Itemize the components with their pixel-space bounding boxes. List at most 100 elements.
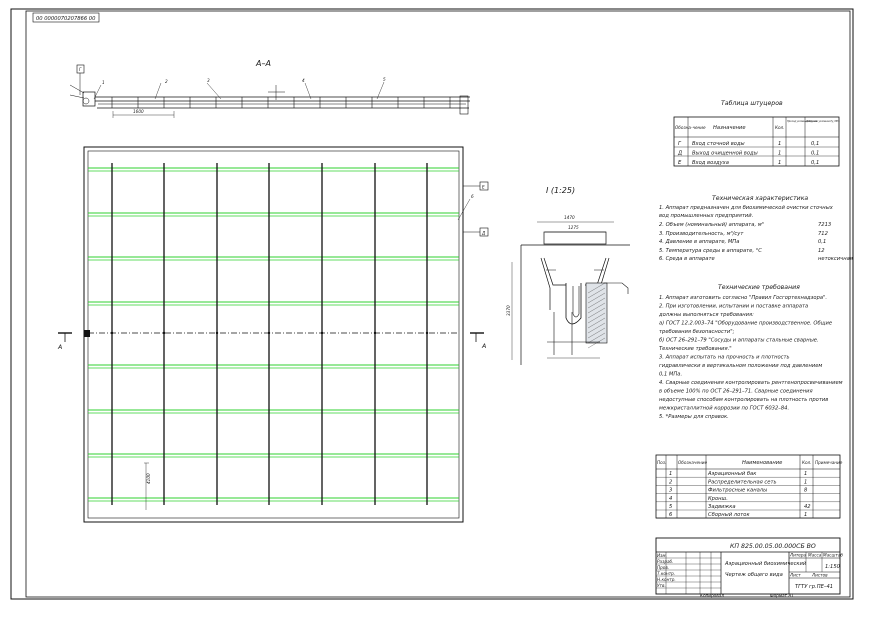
callout-2: 2	[165, 79, 168, 84]
title-block: КП 825.00.05.00.000СБ ВО Аэрационный био…	[655, 537, 843, 595]
flag-e: Е	[482, 185, 485, 190]
fittings-cell: 1	[778, 141, 781, 147]
detail-dim-outer: 1470	[564, 215, 575, 220]
requirement-line: Технические требования."	[659, 346, 732, 352]
cut-mark-right: А	[481, 343, 486, 350]
sign-row-label: Изм.	[657, 553, 667, 558]
flag-g-top: Г	[79, 67, 82, 72]
requirement-line: б) ОСТ 26–291–79 "Сосуды и аппараты стал…	[659, 338, 819, 344]
requirement-line: в объеме 100% по ОСТ 26–291–71. Сварные …	[659, 389, 813, 395]
parts-name: Фильтросные каналы	[708, 488, 767, 494]
characteristics-line: вод промышленных предприятий.	[659, 213, 753, 219]
sign-row-label: Пров.	[657, 565, 669, 570]
cut-mark-left: А	[57, 344, 62, 351]
fittings-h-2: Кол.	[775, 125, 785, 130]
parts-h-1: Обозначение	[678, 460, 707, 465]
requirement-line: 5. *Размеры для справок.	[659, 414, 729, 420]
characteristics-value: нетоксичная	[818, 256, 853, 262]
fittings-cell: Г	[678, 141, 682, 147]
sign-row-label: Н.контр.	[657, 577, 676, 582]
parts-name: Задвижка	[708, 504, 736, 510]
title-org: ТГТУ гр.ПЕ–41	[795, 584, 833, 590]
col-litera: Литера	[789, 553, 807, 558]
sign-row-label: Утв.	[657, 583, 666, 588]
requirement-line: недоступные способам контролировать на п…	[659, 397, 828, 403]
sign-row-label: Т.контр.	[657, 571, 675, 576]
fittings-cell: 0,1	[811, 151, 819, 157]
plan-view: 4100 А А Е Д 6	[57, 146, 489, 523]
fittings-cell: 0,1	[811, 160, 819, 166]
requirement-line: 0,1 МПа.	[659, 372, 682, 378]
parts-pos: 1	[669, 471, 672, 477]
parts-qty: 1	[804, 471, 807, 477]
parts-qty: 8	[804, 488, 808, 494]
fittings-cell: Выход очищенной воды	[692, 151, 758, 157]
fittings-h-1: Назначение	[713, 125, 746, 131]
parts-h-2: Наименование	[742, 460, 782, 466]
characteristics-line: 1. Аппарат предназначен для биохимическо…	[659, 205, 834, 211]
characteristics-value: 7213	[818, 222, 831, 228]
section-label: А–А	[255, 59, 271, 68]
fittings-h-0: Обозна-чение	[675, 125, 706, 130]
sheets-label: Листов	[811, 573, 828, 578]
parts-h-3: Кол.	[802, 460, 812, 465]
characteristics-line: 5. Температура среды в аппарате, °С	[659, 248, 762, 254]
characteristics-line: 6. Среда в аппарате	[659, 256, 715, 262]
title-name-1: Аэрационный биохимический	[724, 561, 807, 567]
callout-3: 3	[207, 78, 210, 83]
top-stamp: 00 0000070207866 00	[32, 12, 100, 23]
col-massa: Масса	[808, 553, 822, 558]
detail-dim-height: 3370	[506, 305, 511, 316]
section-callouts: 1 2 3 4 5	[93, 77, 386, 100]
characteristics-value: 712	[818, 231, 828, 237]
requirement-line: требования безопасности";	[659, 329, 735, 335]
title-scale: 1:150	[825, 564, 841, 570]
fittings-cell: Е	[678, 160, 682, 166]
requirement-line: а) ГОСТ 12.2.003–74 "Оборудование произв…	[659, 321, 832, 327]
parts-qty: 1	[804, 512, 807, 518]
requirement-line: гидравлически в вертикальном положении п…	[659, 363, 822, 369]
footer-left: Копировал	[700, 593, 724, 598]
parts-name: Кронш.	[708, 496, 728, 502]
callout-4: 4	[302, 78, 305, 83]
parts-pos: 3	[669, 488, 672, 494]
parts-qty: 1	[804, 479, 807, 485]
sheet-label: Лист	[789, 573, 801, 578]
fittings-cell: 1	[778, 151, 781, 157]
requirements-block: 1. Аппарат изготовить согласно "Правил Г…	[658, 295, 843, 420]
requirement-line: должны выполняться требования:	[658, 312, 754, 318]
flag-d: Д	[481, 231, 486, 236]
characteristics-line: 2. Объем (номинальный) аппарата, м³	[659, 222, 764, 228]
sign-row-label: Разраб.	[657, 559, 673, 564]
parts-pos: 6	[669, 512, 673, 518]
fittings-cell: Вход сточной воды	[692, 141, 745, 147]
parts-h-0: Поз.	[657, 460, 666, 465]
footer-right: Формат А1	[770, 593, 794, 598]
characteristics-block: 1. Аппарат предназначен для биохимическо…	[659, 205, 853, 262]
detail-label: I (1:25)	[546, 186, 575, 195]
drawing-sheet: 00 0000070207866 00 А–А Г 1600 1 2 3 4 5…	[10, 8, 854, 600]
parts-pos: 4	[669, 496, 672, 502]
callout-1: 1	[102, 80, 105, 85]
section-span-dim: 1600	[133, 109, 144, 114]
fittings-cell: Д	[677, 151, 682, 157]
fittings-cell: Вход воздуха	[692, 160, 729, 166]
col-masshtab: Масштаб	[823, 553, 843, 558]
fittings-title: Таблица штуцеров	[721, 99, 783, 107]
requirement-line: 3. Аппарат испытать на прочность и плотн…	[659, 355, 790, 361]
title-code: КП 825.00.05.00.000СБ ВО	[730, 543, 816, 550]
characteristics-value: 0,1	[818, 239, 826, 245]
parts-name: Сборный лоток	[708, 512, 750, 518]
requirement-line: 2. При изготовлении, испытании и поставк…	[659, 304, 808, 310]
characteristics-title: Техническая характеристика	[712, 195, 808, 202]
characteristics-line: 3. Производительность, м³/сут	[659, 231, 744, 237]
fittings-h-4: Давление условное Py, МПа	[805, 120, 840, 123]
parts-h-4: Примечание	[815, 460, 843, 465]
plan-vertical-dim: 4100	[146, 473, 151, 484]
fittings-table: Обозна-чение Назначение Кол. Проход усло…	[673, 116, 840, 167]
requirement-line: 1. Аппарат изготовить согласно "Правил Г…	[659, 295, 827, 301]
parts-name: Распределительная сеть	[708, 479, 777, 485]
parts-pos: 2	[669, 479, 672, 485]
callout-6: 6	[471, 194, 474, 199]
fittings-cell: 0,1	[811, 141, 819, 147]
